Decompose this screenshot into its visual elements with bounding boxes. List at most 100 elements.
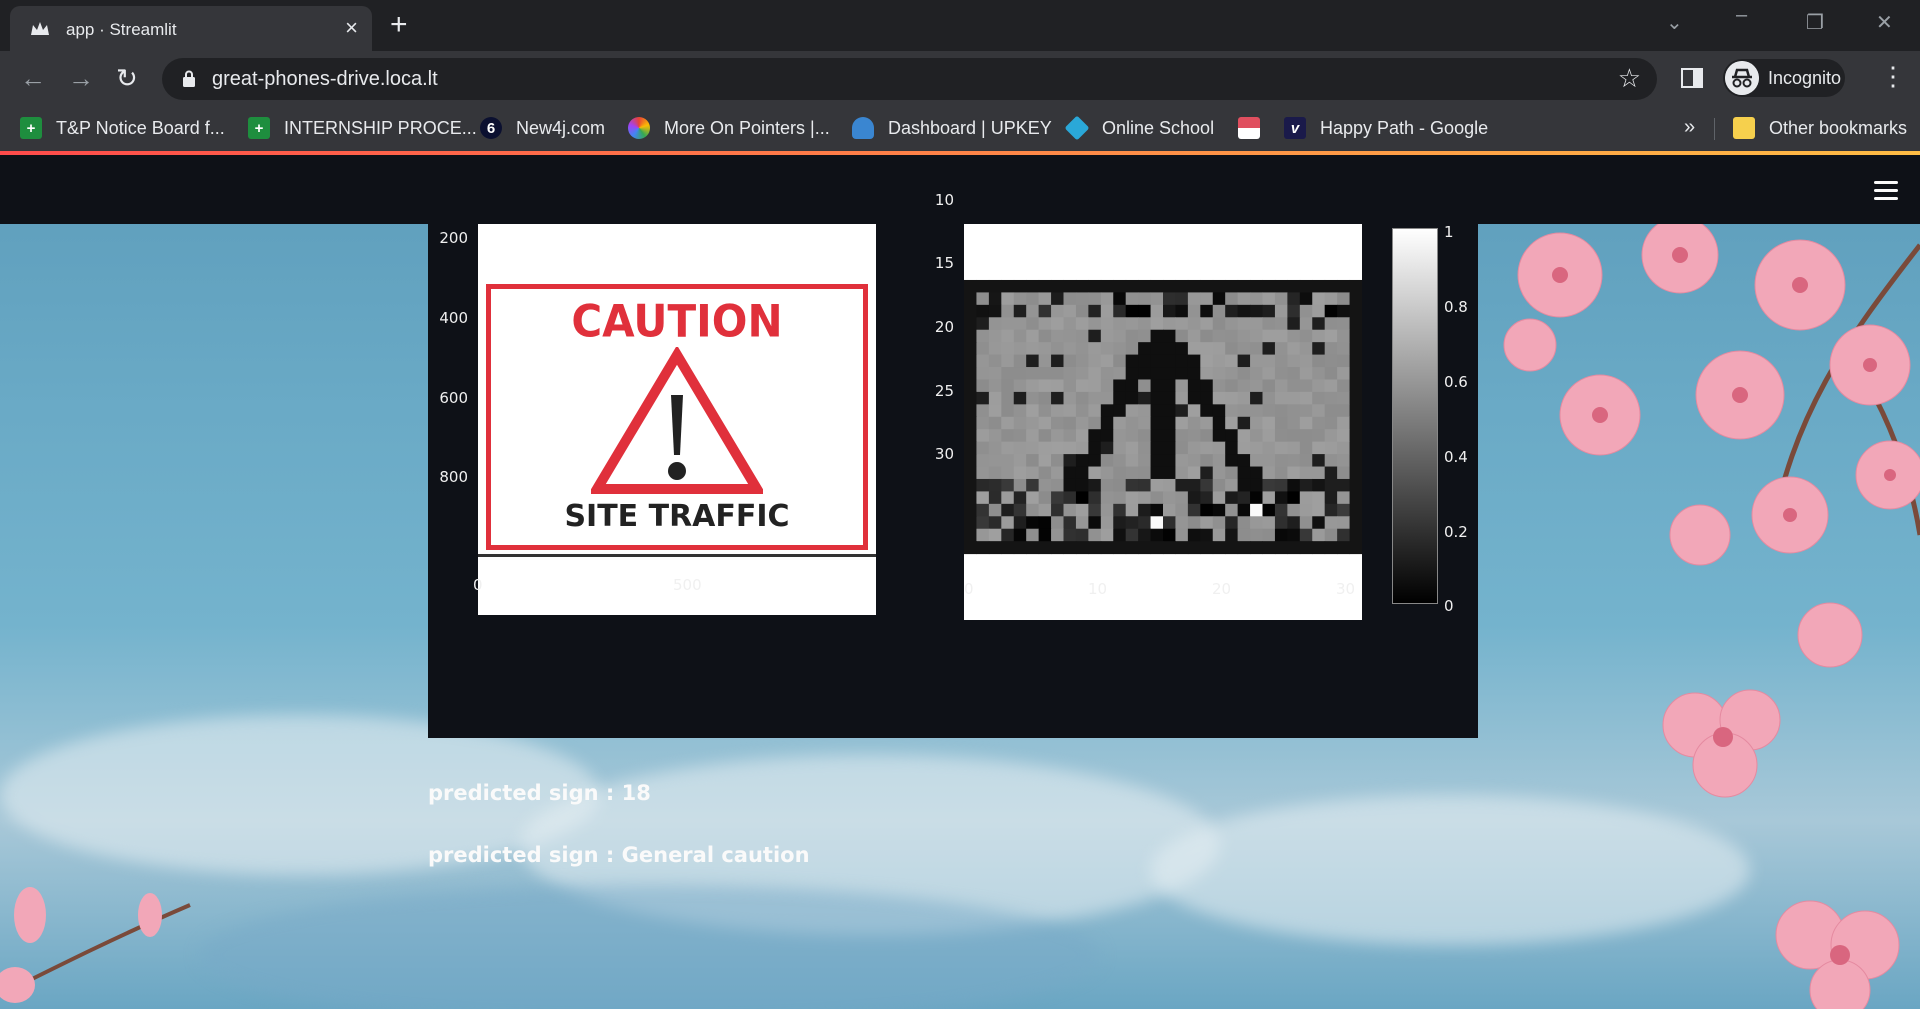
browser-tab[interactable]: app · Streamlit × xyxy=(10,6,372,51)
heatmap-cell xyxy=(1100,329,1114,343)
heatmap-cell xyxy=(1026,391,1040,405)
heatmap-cell xyxy=(1200,404,1214,418)
heatmap-cell xyxy=(1113,491,1127,505)
heatmap-cell xyxy=(1013,304,1027,318)
heatmap-cell xyxy=(976,528,990,542)
heatmap-cell xyxy=(1299,404,1313,418)
heatmap-cell xyxy=(1125,466,1139,480)
heatmap-cell xyxy=(1262,478,1276,492)
heatmap-cell xyxy=(1324,454,1338,468)
close-window-button[interactable]: ✕ xyxy=(1876,10,1893,35)
heatmap-cell xyxy=(1125,317,1139,331)
heatmap-cell xyxy=(1250,354,1263,368)
restore-button[interactable]: ❐ xyxy=(1806,10,1824,35)
heatmap-cell xyxy=(1026,503,1040,517)
heatmap-cell xyxy=(1299,317,1313,331)
heatmap-cell xyxy=(1138,329,1152,343)
heatmap-cell xyxy=(1225,391,1239,405)
heatmap-cell xyxy=(1200,329,1214,343)
heatmap-cell xyxy=(1138,279,1152,293)
heatmap-cell xyxy=(1088,279,1102,293)
heatmap-cell xyxy=(1262,454,1276,468)
address-bar[interactable]: great-phones-drive.loca.lt ☆ xyxy=(162,58,1657,100)
heatmap-cell xyxy=(1100,379,1114,393)
hamburger-menu-icon[interactable] xyxy=(1874,181,1898,205)
bookmark-tp-notice[interactable]: + T&P Notice Board f... xyxy=(20,115,225,141)
heatmap-cell xyxy=(1200,354,1214,368)
heatmap-cell xyxy=(1113,541,1127,555)
reload-button[interactable]: ↻ xyxy=(116,63,138,93)
heatmap-cell xyxy=(1138,391,1152,405)
heatmap-cell xyxy=(1287,292,1301,306)
more-bookmarks-chevron-icon[interactable]: » xyxy=(1684,116,1695,139)
heatmap-cell xyxy=(1113,503,1127,517)
heatmap-cell xyxy=(1100,317,1114,331)
heatmap-cell xyxy=(1200,429,1214,443)
heatmap-cell xyxy=(1038,304,1052,318)
heatmap-cell xyxy=(1312,354,1326,368)
heatmap-cell xyxy=(1001,503,1015,517)
heatmap-cell xyxy=(1187,404,1201,418)
heatmap-cell xyxy=(1324,354,1338,368)
heatmap-cell xyxy=(1349,541,1363,555)
y-tick-label: 800 xyxy=(439,468,468,486)
streamlit-header xyxy=(0,155,1920,224)
heatmap-cell xyxy=(1063,516,1077,530)
heatmap-cell xyxy=(1100,391,1114,405)
heatmap-cell xyxy=(1200,342,1214,356)
browser-menu-icon[interactable]: ⋮ xyxy=(1880,62,1906,90)
heatmap-cell xyxy=(1038,367,1052,380)
tab-search-icon[interactable]: ⌄ xyxy=(1666,10,1683,35)
heatmap-cell xyxy=(1113,478,1127,492)
heatmap-cell xyxy=(1287,491,1301,505)
heatmap-cell xyxy=(1337,466,1351,480)
close-tab-icon[interactable]: × xyxy=(345,17,358,39)
heatmap-cell xyxy=(1212,317,1226,331)
heatmap-cell xyxy=(1175,304,1189,318)
heatmap-cell xyxy=(1187,279,1201,293)
heatmap-cell xyxy=(1237,429,1251,443)
plus-icon: + xyxy=(20,117,42,139)
heatmap-cell xyxy=(1088,441,1102,455)
back-button[interactable]: ← xyxy=(20,63,46,93)
heatmap-cell xyxy=(1287,528,1301,542)
heatmap-cell xyxy=(964,541,977,555)
heatmap-cell xyxy=(1063,379,1077,393)
other-bookmarks-folder[interactable]: Other bookmarks xyxy=(1733,115,1907,141)
bookmark-internship[interactable]: + INTERNSHIP PROCE... xyxy=(248,115,477,141)
heatmap-cell xyxy=(1100,478,1114,492)
bookmark-online-school[interactable]: Online School xyxy=(1064,115,1214,141)
heatmap-cell xyxy=(1125,429,1139,443)
forward-button[interactable]: → xyxy=(68,63,94,93)
bookmark-star-icon[interactable]: ☆ xyxy=(1618,63,1641,94)
heatmap-cell xyxy=(1138,441,1152,455)
heatmap-cell xyxy=(1075,466,1089,480)
side-panel-icon[interactable] xyxy=(1681,68,1703,88)
heatmap-cell xyxy=(1250,367,1263,380)
heatmap-cell xyxy=(1088,404,1102,418)
heatmap-cell xyxy=(1250,516,1263,530)
new-tab-button[interactable]: + xyxy=(390,10,408,40)
bookmark-pointers[interactable]: More On Pointers |... xyxy=(628,115,830,141)
heatmap-cell xyxy=(1337,304,1351,318)
heatmap-cell xyxy=(964,466,977,480)
minimize-button[interactable]: – xyxy=(1736,4,1747,27)
bookmark-upkey[interactable]: Dashboard | UPKEY xyxy=(852,115,1052,141)
heatmap-cell xyxy=(1212,279,1226,293)
v-icon: v xyxy=(1284,117,1306,139)
bookmark-happy-path[interactable]: v Happy Path - Google xyxy=(1284,115,1488,141)
heatmap-cell xyxy=(1324,528,1338,542)
heatmap-cell xyxy=(1349,416,1363,430)
heatmap-cell xyxy=(1163,292,1176,306)
heatmap-cell xyxy=(1013,279,1027,293)
heatmap-cell xyxy=(1225,516,1239,530)
heatmap-cell xyxy=(1250,429,1263,443)
heatmap-cell xyxy=(1150,304,1164,318)
bookmark-new4j[interactable]: 6 New4j.com xyxy=(480,115,605,141)
heatmap-cell xyxy=(1063,416,1077,430)
heatmap-cell xyxy=(1038,541,1052,555)
incognito-profile-button[interactable]: Incognito xyxy=(1723,59,1845,97)
bookmark-store[interactable] xyxy=(1238,115,1260,141)
heatmap-cell xyxy=(1337,441,1351,455)
y-tick-label: 15 xyxy=(934,254,954,272)
